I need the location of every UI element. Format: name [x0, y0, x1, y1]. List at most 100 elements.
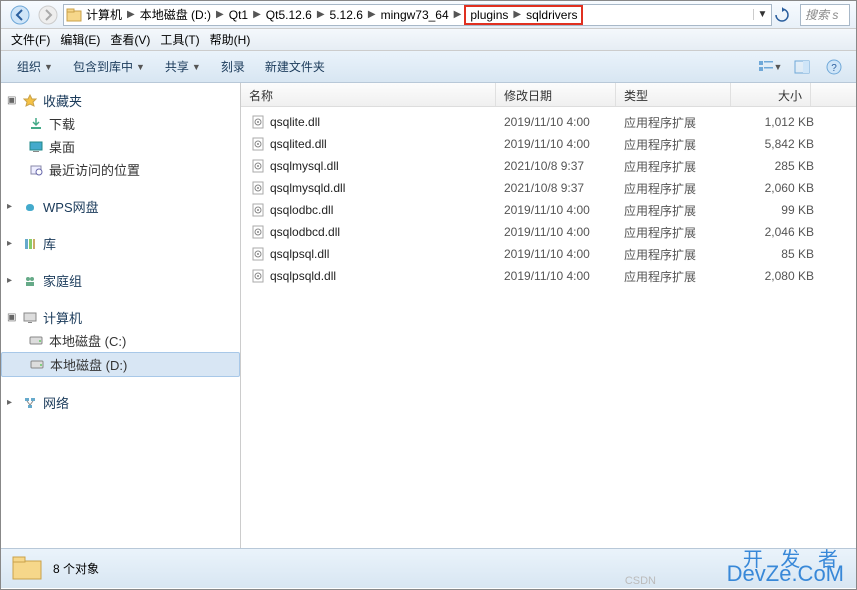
column-header-date[interactable]: 修改日期: [496, 83, 616, 106]
file-row[interactable]: qsqlodbcd.dll2019/11/10 4:00应用程序扩展2,046 …: [241, 221, 856, 243]
dll-icon: [249, 137, 267, 151]
toolbar-organize[interactable]: 组织▼: [9, 55, 61, 78]
file-row[interactable]: qsqlpsqld.dll2019/11/10 4:00应用程序扩展2,080 …: [241, 265, 856, 287]
file-type: 应用程序扩展: [624, 224, 739, 241]
file-name: qsqlpsqld.dll: [270, 269, 504, 283]
toolbar-burn[interactable]: 刻录: [213, 55, 253, 78]
file-type: 应用程序扩展: [624, 136, 739, 153]
file-type: 应用程序扩展: [624, 114, 739, 131]
file-type: 应用程序扩展: [624, 180, 739, 197]
file-row[interactable]: qsqlpsql.dll2019/11/10 4:00应用程序扩展85 KB: [241, 243, 856, 265]
address-bar[interactable]: 计算机▶本地磁盘 (D:)▶Qt1▶Qt5.12.6▶5.12.6▶mingw7…: [63, 4, 772, 26]
dll-icon: [249, 247, 267, 261]
toolbar-include[interactable]: 包含到库中▼: [65, 55, 153, 78]
toolbar: 组织▼ 包含到库中▼ 共享▼ 刻录 新建文件夹 ▼ ?: [1, 51, 856, 83]
file-date: 2019/11/10 4:00: [504, 247, 624, 261]
status-count: 8 个对象: [53, 560, 99, 577]
file-date: 2019/11/10 4:00: [504, 137, 624, 151]
toolbar-newfolder[interactable]: 新建文件夹: [257, 55, 333, 78]
library-icon: [21, 237, 39, 251]
file-name: qsqlmysqld.dll: [270, 181, 504, 195]
sidebar-favorites-group: ▣ 收藏夹 下载 桌面 最近访问的位置: [1, 89, 240, 181]
sidebar: ▣ 收藏夹 下载 桌面 最近访问的位置 ▸ WPS网盘: [1, 83, 241, 548]
menu-view[interactable]: 查看(V): [106, 29, 154, 50]
main-area: ▣ 收藏夹 下载 桌面 最近访问的位置 ▸ WPS网盘: [1, 83, 856, 548]
dll-icon: [249, 203, 267, 217]
homegroup-icon: [21, 274, 39, 288]
chevron-right-icon: ▶: [127, 9, 135, 20]
chevron-right-icon: ▶: [513, 9, 521, 20]
address-dropdown-button[interactable]: ▼: [753, 9, 771, 20]
file-size: 2,046 KB: [739, 225, 814, 239]
computer-icon: [21, 311, 39, 325]
file-name: qsqlited.dll: [270, 137, 504, 151]
file-date: 2019/11/10 4:00: [504, 115, 624, 129]
column-header-size[interactable]: 大小: [731, 83, 811, 106]
chevron-right-icon: ▶: [368, 9, 376, 20]
breadcrumb-segment[interactable]: sqldrivers: [524, 8, 579, 22]
menu-file[interactable]: 文件(F): [7, 29, 54, 50]
toolbar-share[interactable]: 共享▼: [157, 55, 209, 78]
file-date: 2019/11/10 4:00: [504, 203, 624, 217]
download-icon: [27, 117, 45, 131]
dll-icon: [249, 181, 267, 195]
file-date: 2021/10/8 9:37: [504, 159, 624, 173]
breadcrumb-segment[interactable]: 本地磁盘 (D:): [138, 6, 213, 23]
breadcrumb-segment[interactable]: plugins: [468, 8, 510, 22]
menu-tools[interactable]: 工具(T): [156, 29, 203, 50]
nav-forward-button[interactable]: [35, 4, 61, 26]
file-row[interactable]: qsqlited.dll2019/11/10 4:00应用程序扩展5,842 K…: [241, 133, 856, 155]
sidebar-favorites[interactable]: ▣ 收藏夹: [1, 89, 240, 112]
column-headers: 名称 修改日期 类型 大小: [241, 83, 856, 107]
refresh-button[interactable]: [774, 7, 798, 23]
file-row[interactable]: qsqlite.dll2019/11/10 4:00应用程序扩展1,012 KB: [241, 111, 856, 133]
content-pane: 名称 修改日期 类型 大小 qsqlite.dll2019/11/10 4:00…: [241, 83, 856, 548]
sidebar-wps[interactable]: ▸ WPS网盘: [1, 195, 240, 218]
view-options-button[interactable]: ▼: [756, 55, 784, 79]
sidebar-library[interactable]: ▸ 库: [1, 232, 240, 255]
column-header-name[interactable]: 名称: [241, 83, 496, 106]
recent-icon: [27, 163, 45, 177]
chevron-right-icon: ▶: [216, 9, 224, 20]
file-date: 2019/11/10 4:00: [504, 269, 624, 283]
file-row[interactable]: qsqlmysql.dll2021/10/8 9:37应用程序扩展285 KB: [241, 155, 856, 177]
search-input[interactable]: 搜索 s: [800, 4, 850, 26]
folder-icon: [64, 8, 84, 22]
breadcrumb-segment[interactable]: mingw73_64: [379, 8, 451, 22]
menu-help[interactable]: 帮助(H): [206, 29, 255, 50]
sidebar-item-desktop[interactable]: 桌面: [1, 135, 240, 158]
breadcrumb-segment[interactable]: Qt5.12.6: [264, 8, 314, 22]
file-row[interactable]: qsqlodbc.dll2019/11/10 4:00应用程序扩展99 KB: [241, 199, 856, 221]
breadcrumb-highlight: plugins▶sqldrivers: [464, 5, 583, 25]
sidebar-item-drive-d[interactable]: 本地磁盘 (D:): [1, 352, 240, 377]
sidebar-computer[interactable]: ▣ 计算机: [1, 306, 240, 329]
collapse-icon: ▣: [7, 95, 21, 106]
chevron-right-icon: ▶: [253, 9, 261, 20]
network-icon: [21, 396, 39, 410]
sidebar-network[interactable]: ▸ 网络: [1, 391, 240, 414]
menu-edit[interactable]: 编辑(E): [56, 29, 104, 50]
breadcrumb-segment[interactable]: Qt1: [227, 8, 250, 22]
column-header-type[interactable]: 类型: [616, 83, 731, 106]
sidebar-item-recent[interactable]: 最近访问的位置: [1, 158, 240, 181]
breadcrumb-segment[interactable]: 5.12.6: [328, 8, 365, 22]
breadcrumb-segments: 计算机▶本地磁盘 (D:)▶Qt1▶Qt5.12.6▶5.12.6▶mingw7…: [84, 5, 583, 25]
sidebar-item-drive-c[interactable]: 本地磁盘 (C:): [1, 329, 240, 352]
file-size: 85 KB: [739, 247, 814, 261]
statusbar: 8 个对象: [1, 548, 856, 588]
chevron-right-icon: ▶: [454, 9, 462, 20]
menubar: 文件(F) 编辑(E) 查看(V) 工具(T) 帮助(H): [1, 29, 856, 51]
file-date: 2019/11/10 4:00: [504, 225, 624, 239]
file-name: qsqlodbcd.dll: [270, 225, 504, 239]
folder-icon: [11, 553, 43, 585]
file-size: 2,080 KB: [739, 269, 814, 283]
sidebar-item-downloads[interactable]: 下载: [1, 112, 240, 135]
file-row[interactable]: qsqlmysqld.dll2021/10/8 9:37应用程序扩展2,060 …: [241, 177, 856, 199]
nav-back-button[interactable]: [7, 4, 33, 26]
breadcrumb-segment[interactable]: 计算机: [84, 6, 124, 23]
sidebar-homegroup[interactable]: ▸ 家庭组: [1, 269, 240, 292]
file-type: 应用程序扩展: [624, 246, 739, 263]
dll-icon: [249, 159, 267, 173]
help-button[interactable]: ?: [820, 55, 848, 79]
preview-pane-button[interactable]: [788, 55, 816, 79]
